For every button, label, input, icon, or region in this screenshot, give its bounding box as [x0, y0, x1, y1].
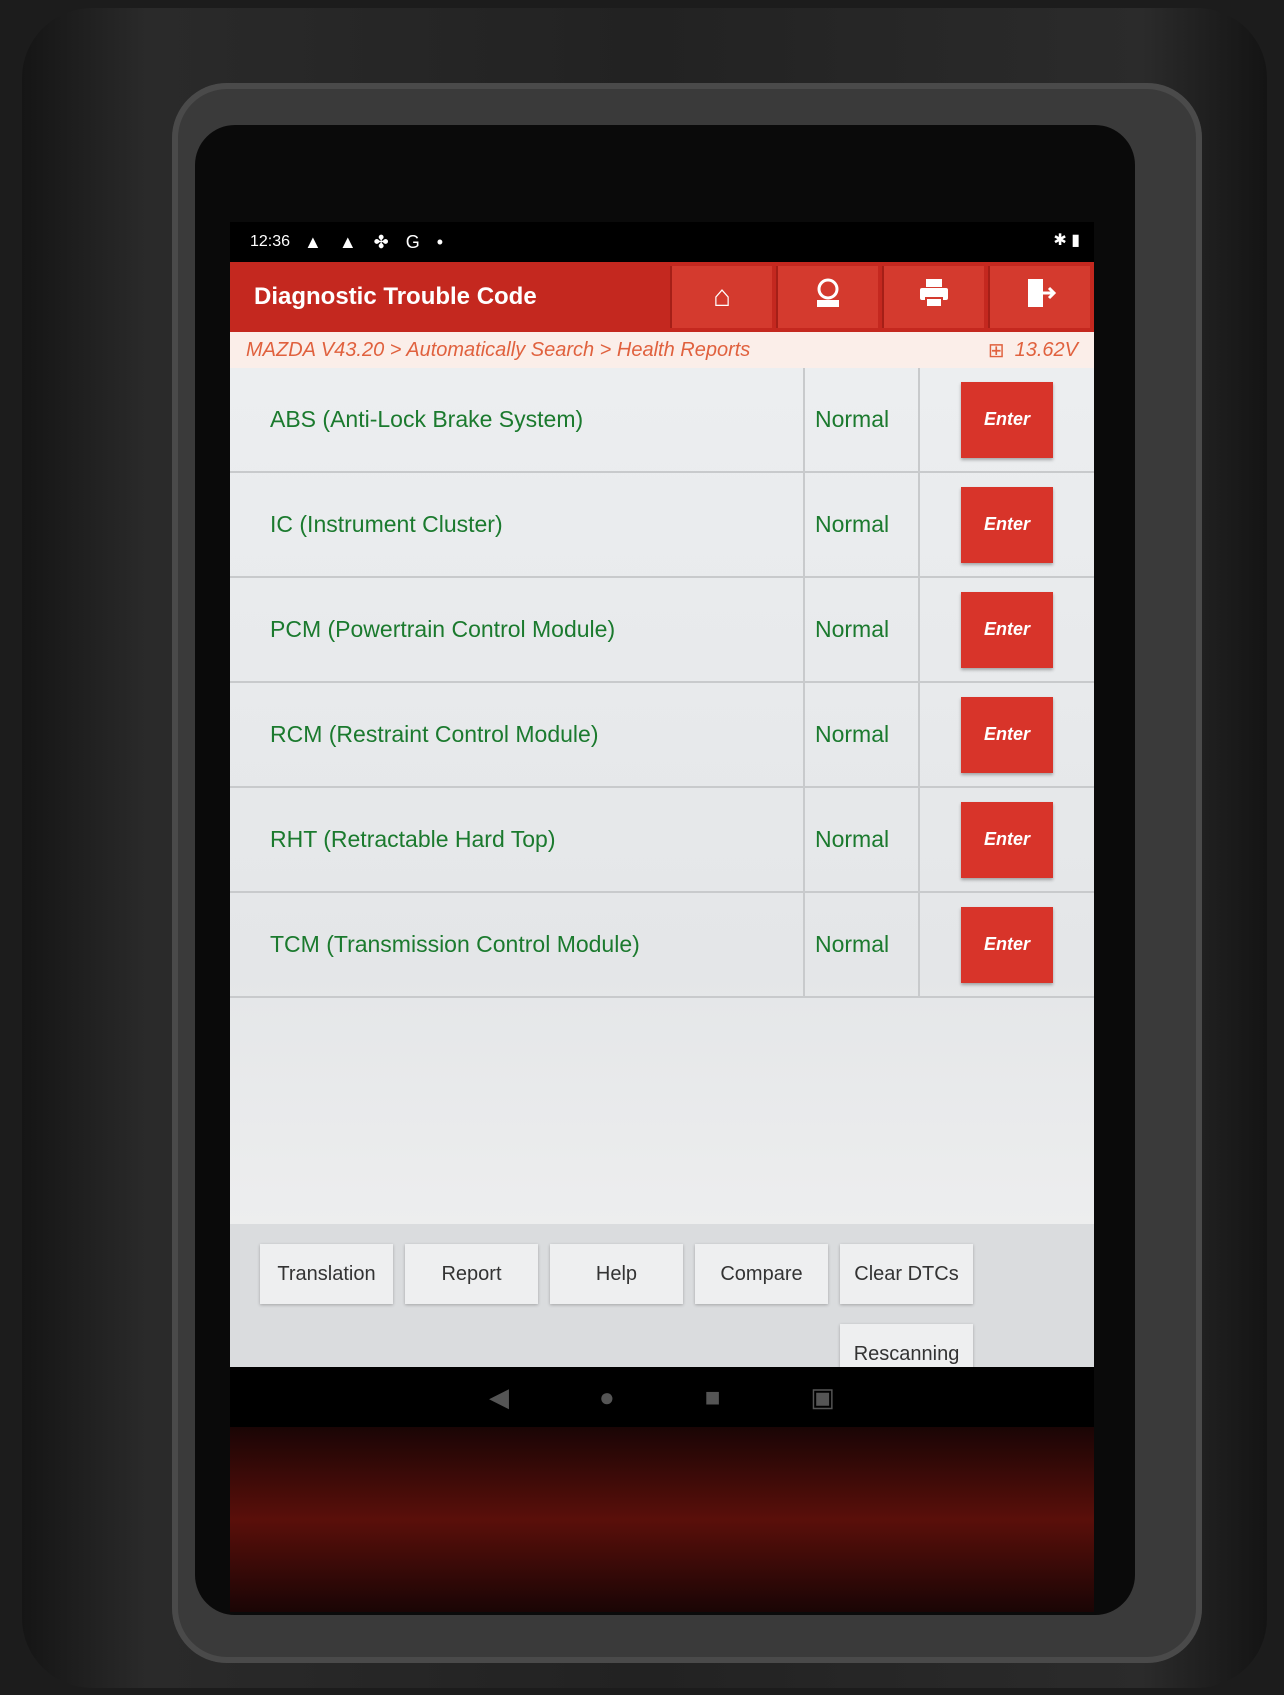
module-status: Normal [805, 578, 920, 681]
android-nav-bar: ◀ ● ■ ▣ [230, 1367, 1094, 1427]
module-row: PCM (Powertrain Control Module) Normal E… [230, 578, 1094, 683]
print-icon [917, 276, 951, 318]
enter-button[interactable]: Enter [961, 696, 1053, 773]
status-time: 12:36 [250, 233, 291, 250]
home-button[interactable]: ⌂ [670, 266, 772, 328]
module-row: IC (Instrument Cluster) Normal Enter [230, 473, 1094, 578]
module-status: Normal [805, 893, 920, 996]
status-bar: 12:36 ▲ ▲ ✤ G • ✱ ▮ [230, 222, 1094, 262]
enter-button[interactable]: Enter [961, 591, 1053, 668]
battery-icon: ⊞ [987, 339, 1005, 362]
module-name: TCM (Transmission Control Module) [230, 893, 805, 996]
screen: 12:36 ▲ ▲ ✤ G • ✱ ▮ Diagnostic Trouble C… [230, 222, 1094, 1612]
translation-button[interactable]: Translation [260, 1244, 393, 1304]
module-name: ABS (Anti-Lock Brake System) [230, 368, 805, 471]
voltage-value: 13.62V [1014, 338, 1078, 361]
module-name: PCM (Powertrain Control Module) [230, 578, 805, 681]
help-button[interactable]: Help [550, 1244, 683, 1304]
module-row: ABS (Anti-Lock Brake System) Normal Ente… [230, 368, 1094, 473]
exit-button[interactable] [988, 266, 1090, 328]
app-header: Diagnostic Trouble Code ⌂ [230, 262, 1094, 332]
recents-icon[interactable]: ■ [705, 1382, 721, 1413]
enter-button[interactable]: Enter [961, 486, 1053, 563]
screenshot-icon[interactable]: ▣ [810, 1382, 835, 1413]
report-button[interactable]: Report [405, 1244, 538, 1304]
status-right-icons: ✱ ▮ [1053, 232, 1080, 249]
module-status: Normal [805, 473, 920, 576]
user-icon [811, 276, 845, 318]
enter-button[interactable]: Enter [961, 801, 1053, 878]
module-name: RCM (Restraint Control Module) [230, 683, 805, 786]
module-status: Normal [805, 683, 920, 786]
breadcrumb-path: MAZDA V43.20 > Automatically Search > He… [246, 338, 751, 361]
module-row: RCM (Restraint Control Module) Normal En… [230, 683, 1094, 788]
module-status: Normal [805, 788, 920, 891]
module-status: Normal [805, 368, 920, 471]
compare-button[interactable]: Compare [695, 1244, 828, 1304]
enter-button[interactable]: Enter [961, 381, 1053, 458]
module-name: RHT (Retractable Hard Top) [230, 788, 805, 891]
home-icon: ⌂ [712, 280, 732, 313]
exit-icon [1023, 276, 1057, 318]
home-nav-icon[interactable]: ● [599, 1382, 615, 1413]
print-button[interactable] [882, 266, 984, 328]
clear-dtcs-button[interactable]: Clear DTCs [840, 1244, 973, 1304]
module-row: RHT (Retractable Hard Top) Normal Enter [230, 788, 1094, 893]
module-row: TCM (Transmission Control Module) Normal… [230, 893, 1094, 998]
enter-button[interactable]: Enter [961, 906, 1053, 983]
screen-lower-reflection [230, 1427, 1094, 1612]
breadcrumb: MAZDA V43.20 > Automatically Search > He… [230, 332, 1094, 368]
status-icons: ▲ ▲ ✤ G • [304, 231, 450, 252]
module-name: IC (Instrument Cluster) [230, 473, 805, 576]
back-icon[interactable]: ◀ [489, 1382, 509, 1413]
page-title: Diagnostic Trouble Code [254, 283, 537, 310]
user-button[interactable] [776, 266, 878, 328]
module-list: ABS (Anti-Lock Brake System) Normal Ente… [230, 368, 1094, 1368]
